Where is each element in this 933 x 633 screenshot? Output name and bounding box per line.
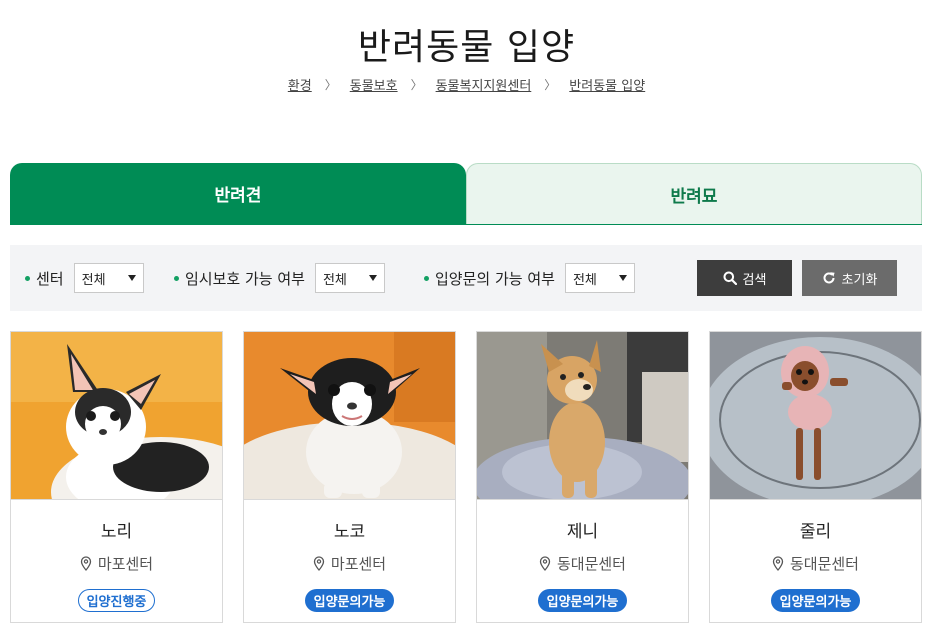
- search-button-label: 검색: [742, 272, 767, 288]
- animal-photo: [477, 332, 688, 500]
- breadcrumb-link-animal-protection[interactable]: 동물보호: [350, 75, 398, 94]
- location-pin-icon: [80, 556, 92, 571]
- breadcrumb-link-environment[interactable]: 환경: [288, 75, 312, 94]
- animal-center: 마포센터: [97, 555, 154, 573]
- caret-down-icon: [368, 275, 377, 281]
- search-button[interactable]: 검색: [697, 260, 792, 296]
- animal-location: 동대문센터: [710, 553, 921, 574]
- animal-center: 동대문센터: [556, 555, 626, 573]
- animal-center: 마포센터: [330, 555, 387, 573]
- chevron-right-icon: 〉: [544, 78, 557, 92]
- adoption-card-list: 노리 마포센터 입양진행중 노코 마포센터 입양문의가능 제니 동대문센터 입양…: [10, 331, 922, 623]
- filter-adoption-inquiry: 입양문의 가능 여부 전체: [424, 263, 635, 293]
- caret-down-icon: [127, 275, 136, 281]
- animal-card[interactable]: 노코 마포센터 입양문의가능: [243, 331, 456, 623]
- animal-name: 노리: [100, 522, 133, 542]
- filter-center: 센터 전체: [25, 263, 144, 293]
- search-icon: [723, 271, 737, 285]
- filter-adoption-inquiry-label: 입양문의 가능 여부: [435, 269, 555, 288]
- animal-name: 노코: [333, 522, 366, 542]
- filter-center-label: 센터: [36, 269, 64, 288]
- bullet-icon: [424, 275, 429, 281]
- temp-care-select-value: 전체: [322, 272, 347, 288]
- center-select-value: 전체: [81, 272, 106, 288]
- reset-button-label: 초기화: [841, 272, 878, 288]
- location-pin-icon: [539, 556, 551, 571]
- chevron-right-icon: 〉: [324, 78, 337, 92]
- animal-card[interactable]: 노리 마포센터 입양진행중: [10, 331, 223, 623]
- animal-name: 줄리: [799, 522, 832, 542]
- adoption-inquiry-select-value: 전체: [572, 272, 597, 288]
- animal-card[interactable]: 줄리 동대문센터 입양문의가능: [709, 331, 922, 623]
- animal-photo: [244, 332, 455, 500]
- animal-center: 동대문센터: [789, 555, 859, 573]
- center-select[interactable]: 전체: [73, 263, 144, 293]
- chevron-right-icon: 〉: [410, 78, 423, 92]
- adoption-inquiry-select[interactable]: 전체: [564, 263, 635, 293]
- location-pin-icon: [772, 556, 784, 571]
- tab-dog[interactable]: 반려견: [10, 163, 466, 224]
- pet-type-tabs: 반려견 반려묘: [10, 163, 922, 225]
- animal-location: 마포센터: [11, 553, 222, 574]
- animal-location: 마포센터: [244, 553, 455, 574]
- location-pin-icon: [313, 556, 325, 571]
- tab-cat[interactable]: 반려묘: [466, 163, 922, 224]
- status-badge: 입양문의가능: [304, 589, 395, 612]
- bullet-icon: [174, 275, 179, 281]
- animal-card[interactable]: 제니 동대문센터 입양문의가능: [476, 331, 689, 623]
- filter-temp-care-label: 임시보호 가능 여부: [185, 269, 305, 288]
- animal-photo: [710, 332, 921, 500]
- temp-care-select[interactable]: 전체: [314, 263, 385, 293]
- animal-photo: [11, 332, 222, 500]
- animal-location: 동대문센터: [477, 553, 688, 574]
- breadcrumb-link-pet-adoption[interactable]: 반려동물 입양: [569, 75, 645, 94]
- reset-button[interactable]: 초기화: [802, 260, 897, 296]
- status-badge: 입양문의가능: [770, 589, 861, 612]
- breadcrumb-link-welfare-center[interactable]: 동물복지지원센터: [436, 75, 532, 94]
- filter-temp-care: 임시보호 가능 여부 전체: [174, 263, 385, 293]
- refresh-icon: [823, 272, 835, 284]
- page-title: 반려동물 입양: [357, 27, 576, 68]
- bullet-icon: [25, 275, 30, 281]
- animal-name: 제니: [566, 522, 599, 542]
- status-badge: 입양문의가능: [537, 589, 628, 612]
- status-badge: 입양진행중: [77, 589, 156, 612]
- breadcrumb: 환경 〉 동물보호 〉 동물복지지원센터 〉 반려동물 입양: [0, 75, 933, 94]
- filter-bar: 센터 전체 임시보호 가능 여부 전체 입양문의 가능 여부 전체 검색 초기화: [10, 245, 922, 311]
- caret-down-icon: [618, 275, 627, 281]
